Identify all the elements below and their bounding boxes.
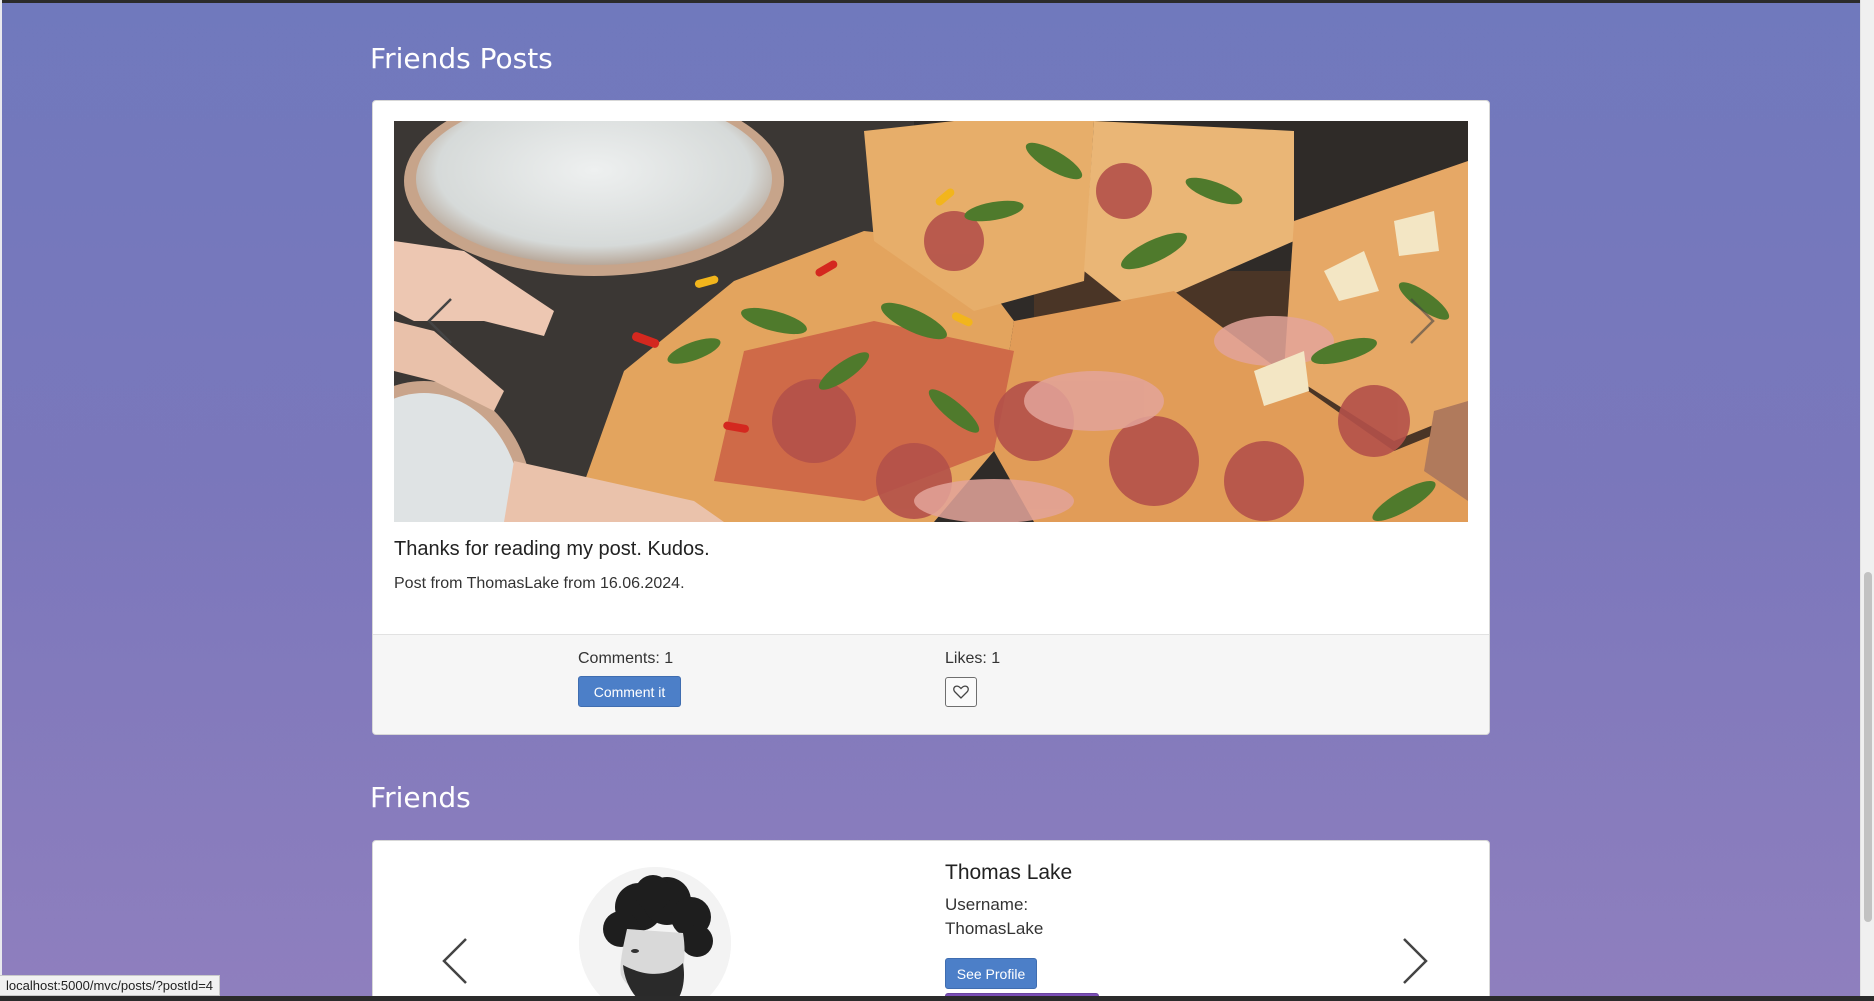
link-status-bar: localhost:5000/mvc/posts/?postId=4 bbox=[0, 975, 221, 996]
comment-it-button[interactable]: Comment it bbox=[578, 676, 681, 707]
post-card: Thanks for reading my post. Kudos. Post … bbox=[372, 100, 1490, 735]
heart-outline-icon bbox=[953, 685, 969, 699]
friends-heading: Friends bbox=[370, 781, 471, 814]
friend-username-value: ThomasLake bbox=[945, 919, 1044, 938]
see-profile-button[interactable]: See Profile bbox=[945, 958, 1037, 989]
friends-posts-heading: Friends Posts bbox=[370, 42, 553, 75]
post-carousel-next-icon[interactable] bbox=[1402, 291, 1442, 351]
window-top-border bbox=[0, 0, 1874, 3]
likes-count: Likes: 1 bbox=[945, 650, 1001, 667]
comments-count: Comments: 1 bbox=[578, 650, 674, 667]
post-title: Thanks for reading my post. Kudos. bbox=[394, 538, 710, 560]
friend-card: Thomas Lake Username: ThomasLake See Pro… bbox=[372, 840, 1490, 1001]
post-image bbox=[394, 121, 1468, 522]
pizza-photo bbox=[394, 121, 1468, 522]
friend-name: Thomas Lake bbox=[945, 861, 1073, 884]
post-meta: Post from ThomasLake from 16.06.2024. bbox=[394, 575, 685, 592]
like-button[interactable] bbox=[945, 677, 977, 707]
avatar bbox=[579, 867, 731, 1001]
post-carousel-prev-icon[interactable] bbox=[420, 291, 460, 351]
page-scrollbar[interactable] bbox=[1860, 0, 1874, 1001]
friends-carousel-prev-icon[interactable] bbox=[435, 931, 475, 991]
friend-username-label: Username: bbox=[945, 895, 1029, 914]
window-left-border bbox=[0, 0, 2, 1001]
post-footer: Comments: 1 Comment it Likes: 1 bbox=[373, 634, 1489, 734]
window-bottom-border bbox=[0, 996, 1874, 1001]
scrollbar-thumb[interactable] bbox=[1864, 572, 1872, 922]
friends-carousel-next-icon[interactable] bbox=[1395, 931, 1435, 991]
